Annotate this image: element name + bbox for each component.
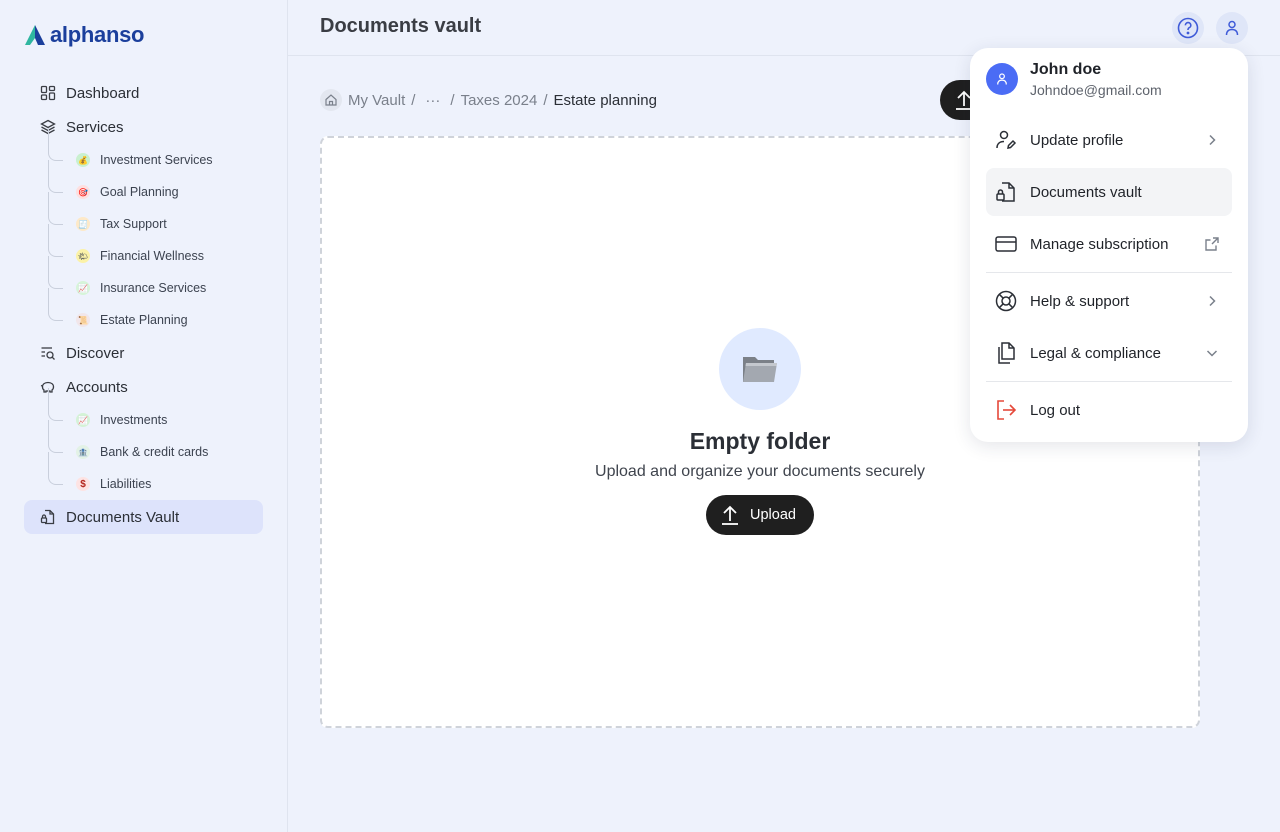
- sidebar-subitem-investments[interactable]: 📈 Investments: [40, 388, 263, 436]
- menu-divider: [986, 381, 1232, 382]
- menu-item-legal-compliance[interactable]: Legal & compliance: [986, 329, 1232, 377]
- page-title: Documents vault: [320, 15, 482, 37]
- user-name: John doe: [1030, 61, 1102, 78]
- user-icon: [997, 73, 1007, 85]
- discover-icon: [41, 347, 55, 360]
- avatar: [986, 63, 1018, 95]
- sidebar-subitem-label: Bank & credit cards: [100, 445, 209, 459]
- document-lock-icon: [996, 182, 1015, 202]
- sidebar-subitem-insurance-services[interactable]: 📈 Insurance Services: [40, 256, 263, 304]
- sidebar-subitem-goal-planning[interactable]: 🎯 Goal Planning: [40, 160, 263, 208]
- upload-button-label: Upload: [750, 507, 796, 523]
- receipt-icon: 🧾: [76, 217, 90, 231]
- empty-state-subtitle: Upload and organize your documents secur…: [595, 463, 925, 480]
- alphanso-logo-icon: [25, 25, 45, 45]
- sidebar-subitem-liabilities[interactable]: $ Liabilities: [40, 452, 263, 500]
- sidebar-subitem-investment-services[interactable]: 💰 Investment Services: [40, 128, 263, 176]
- sidebar-subitem-tax-support[interactable]: 🧾 Tax Support: [40, 192, 263, 240]
- chevron-right-icon: [1209, 134, 1216, 146]
- wellness-icon: 🌤: [76, 249, 90, 263]
- sidebar-subitem-label: Investment Services: [100, 153, 213, 167]
- sidebar-subitem-label: Liabilities: [100, 477, 152, 491]
- menu-divider: [986, 272, 1232, 273]
- documents-copy-icon: [998, 342, 1015, 364]
- menu-item-documents-vault[interactable]: Documents vault: [986, 168, 1232, 216]
- menu-item-label: Legal & compliance: [1030, 344, 1161, 362]
- sidebar-item-discover[interactable]: Discover: [24, 336, 263, 370]
- dollar-icon: $: [76, 477, 90, 491]
- external-link-icon: [1205, 237, 1219, 251]
- menu-item-log-out[interactable]: Log out: [986, 386, 1232, 434]
- chevron-right-icon: [1209, 295, 1216, 307]
- breadcrumb-item[interactable]: My Vault: [348, 92, 405, 109]
- menu-item-help-support[interactable]: Help & support: [986, 277, 1232, 325]
- sidebar-subitem-label: Goal Planning: [100, 185, 179, 199]
- folder-icon: [719, 328, 801, 410]
- menu-item-update-profile[interactable]: Update profile: [986, 116, 1232, 164]
- sidebar-item-documents-vault[interactable]: Documents Vault: [24, 500, 263, 534]
- trend-icon: 📈: [76, 413, 90, 427]
- home-icon[interactable]: [320, 89, 342, 111]
- sidebar-item-label: Documents Vault: [66, 508, 180, 526]
- menu-item-label: Help & support: [1030, 292, 1130, 310]
- help-button[interactable]: [1172, 12, 1204, 44]
- bank-icon: 🏦: [76, 445, 90, 459]
- menu-item-label: Update profile: [1030, 131, 1124, 149]
- logo[interactable]: alphanso: [24, 22, 263, 48]
- sidebar-subitem-label: Insurance Services: [100, 281, 207, 295]
- logo-text: alphanso: [50, 22, 145, 47]
- dashboard-icon: [40, 85, 56, 101]
- profile-button[interactable]: [1216, 12, 1248, 44]
- sidebar-item-dashboard[interactable]: Dashboard: [24, 76, 263, 110]
- user-edit-icon: [996, 130, 1017, 149]
- accounts-sublist: 📈 Investments 🏦 Bank & credit cards $ Li…: [40, 388, 263, 500]
- sidebar: alphanso Dashboard Services 💰 Investment…: [0, 0, 288, 832]
- logout-icon: [997, 400, 1017, 420]
- breadcrumb-ellipsis[interactable]: ···: [425, 92, 440, 109]
- menu-user-info: John doe Johndoe@gmail.com: [986, 60, 1232, 112]
- lifebuoy-icon: [995, 290, 1017, 312]
- sidebar-item-label: Discover: [66, 344, 125, 362]
- breadcrumb-separator: /: [411, 91, 416, 109]
- credit-card-icon: [995, 236, 1017, 252]
- breadcrumb-separator: /: [543, 91, 548, 109]
- user-email: Johndoe@gmail.com: [1030, 82, 1162, 98]
- menu-item-label: Manage subscription: [1030, 235, 1169, 253]
- help-icon: [1177, 17, 1199, 39]
- scroll-icon: 📜: [76, 313, 90, 327]
- sidebar-item-label: Services: [66, 118, 124, 136]
- user-icon: [1225, 20, 1239, 36]
- services-sublist: 💰 Investment Services 🎯 Goal Planning 🧾 …: [40, 128, 263, 336]
- sidebar-subitem-label: Tax Support: [100, 217, 167, 231]
- breadcrumb-item[interactable]: Taxes 2024: [461, 92, 538, 109]
- breadcrumb-current: Estate planning: [553, 91, 657, 109]
- sidebar-subitem-label: Investments: [100, 413, 168, 427]
- sidebar-item-label: Accounts: [66, 378, 128, 396]
- sidebar-subitem-bank-credit-cards[interactable]: 🏦 Bank & credit cards: [40, 420, 263, 468]
- profile-menu: John doe Johndoe@gmail.com Update profil…: [970, 48, 1248, 442]
- upload-button[interactable]: Upload: [706, 495, 814, 535]
- sidebar-subitem-label: Financial Wellness: [100, 249, 204, 263]
- sidebar-subitem-label: Estate Planning: [100, 313, 188, 327]
- breadcrumb-separator: /: [450, 91, 455, 109]
- chevron-down-icon: [1206, 350, 1218, 357]
- target-icon: 🎯: [76, 185, 90, 199]
- menu-item-label: Log out: [1030, 401, 1081, 419]
- upload-icon: [722, 505, 739, 525]
- chart-icon: 📈: [76, 281, 90, 295]
- menu-item-label: Documents vault: [1030, 183, 1142, 201]
- sidebar-subitem-estate-planning[interactable]: 📜 Estate Planning: [40, 288, 263, 336]
- breadcrumb: My Vault / ··· / Taxes 2024 / Estate pla…: [320, 88, 657, 112]
- sidebar-subitem-financial-wellness[interactable]: 🌤 Financial Wellness: [40, 224, 263, 272]
- document-lock-icon: [40, 509, 55, 525]
- menu-item-manage-subscription[interactable]: Manage subscription: [986, 220, 1232, 268]
- sidebar-item-label: Dashboard: [66, 84, 140, 102]
- money-bag-icon: 💰: [76, 153, 90, 167]
